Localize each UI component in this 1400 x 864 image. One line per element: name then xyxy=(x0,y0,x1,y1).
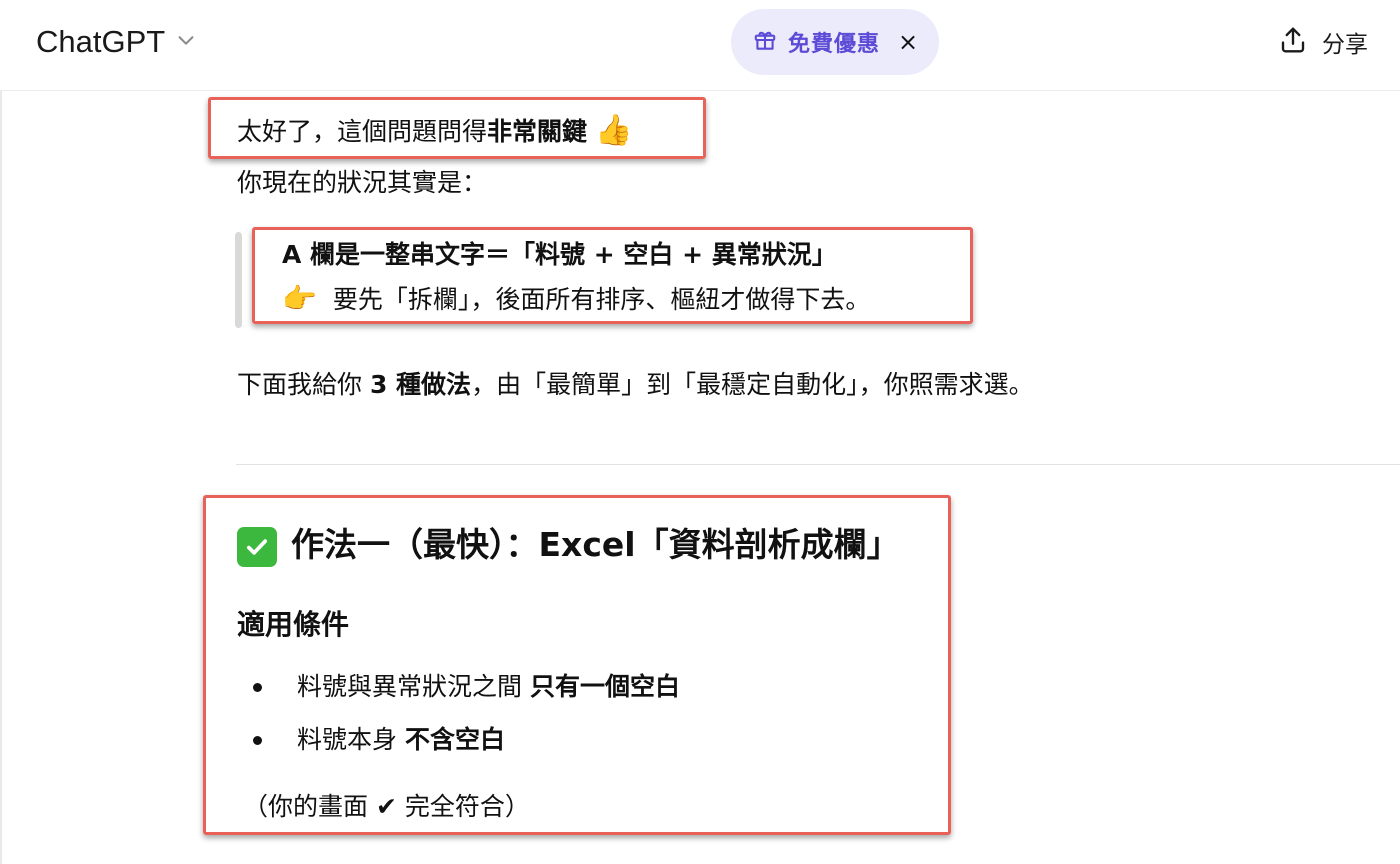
methods-count: 3 種做法 xyxy=(369,370,472,399)
check-mark-icon xyxy=(237,526,277,567)
thumbs-up-icon: 👍 xyxy=(594,113,633,148)
list-item-emphasis: 只有一個空白 xyxy=(529,672,680,701)
quote-line-1: A 欄是一整串文字＝「料號 + 空白 + 異常狀況」 xyxy=(282,238,837,272)
list-item-text: 料號本身 xyxy=(297,725,405,754)
methods-intro-line: 下面我給你 3 種做法，由「最簡單」到「最穩定自動化」，你照需求選。 xyxy=(237,368,1034,402)
bullet-dot xyxy=(253,736,262,745)
quote-line-2-text: 要先「拆欄」，後面所有排序、樞紐才做得下去。 xyxy=(332,285,871,314)
methods-intro-text: 下面我給你 xyxy=(237,370,370,399)
quote-line-1-text: A 欄是一整串文字＝「料號 + 空白 + 異常狀況」 xyxy=(282,240,837,269)
fit-note: （你的畫面 ✔ 完全符合） xyxy=(243,792,530,821)
list-item: 料號本身 不含空白 xyxy=(297,723,505,757)
status-line: 你現在的狀況其實是： xyxy=(237,168,488,197)
pointing-finger-icon: 👉 xyxy=(282,282,317,315)
method-1-title: 作法一（最快）：Excel「資料剖析成欄」 xyxy=(291,525,900,564)
section-divider xyxy=(236,464,1400,465)
blockquote-bar xyxy=(235,232,242,328)
bullet-dot xyxy=(253,683,262,692)
list-item-emphasis: 不含空白 xyxy=(404,725,505,754)
intro-line: 太好了，這個問題問得非常關鍵 👍 xyxy=(237,114,632,149)
methods-intro-suffix: ，由「最簡單」到「最穩定自動化」，你照需求選。 xyxy=(471,370,1034,399)
quote-line-2: 👉 要先「拆欄」，後面所有排序、樞紐才做得下去。 xyxy=(282,282,870,317)
list-item: 料號與異常狀況之間 只有一個空白 xyxy=(297,670,680,704)
method-1-heading: 作法一（最快）：Excel「資料剖析成欄」 xyxy=(237,522,900,568)
list-item-text: 料號與異常狀況之間 xyxy=(297,672,530,701)
assistant-message: 太好了，這個問題問得非常關鍵 👍 你現在的狀況其實是： A 欄是一整串文字＝「料… xyxy=(0,0,1400,864)
intro-text: 太好了，這個問題問得 xyxy=(237,117,488,146)
intro-emphasis: 非常關鍵 xyxy=(487,117,588,146)
conditions-heading: 適用條件 xyxy=(237,608,350,641)
